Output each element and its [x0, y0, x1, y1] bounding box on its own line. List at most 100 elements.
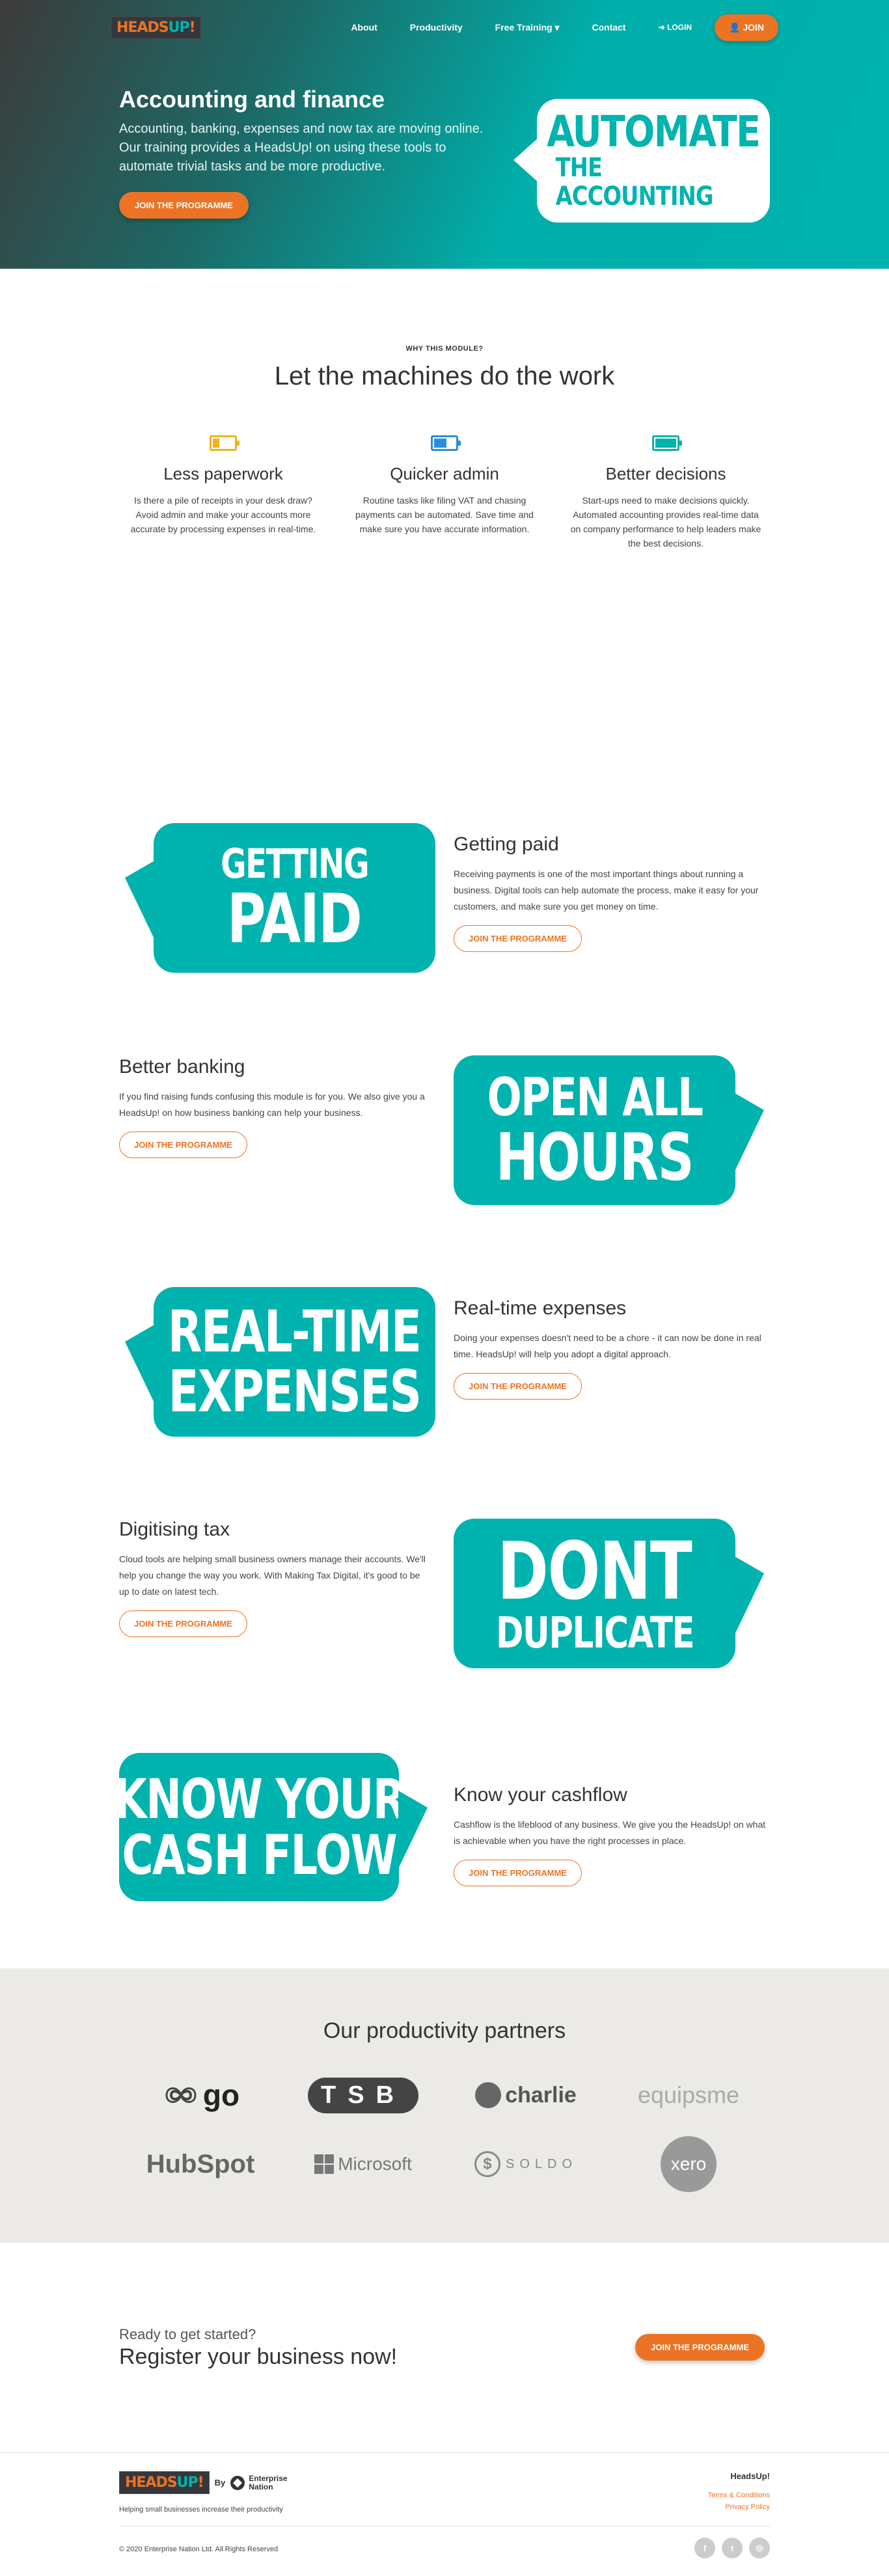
logo-text-up: UP [168, 19, 190, 36]
charlie-logo-text: charlie [505, 2082, 577, 2108]
charlie-icon [475, 2082, 502, 2108]
battery-low-icon [210, 435, 239, 451]
why-section: WHY THIS MODULE? Let the machines do the… [0, 269, 889, 789]
tsb-logo-text: TSB [308, 2077, 418, 2113]
module-join-button[interactable]: JOIN THE PROGRAMME [119, 1132, 247, 1158]
module-join-button[interactable]: JOIN THE PROGRAMME [119, 1610, 247, 1637]
bubble-line1: OPEN ALL [487, 1067, 703, 1128]
hero-bubble-line2: THE ACCOUNTING [555, 153, 714, 211]
module-better-banking: Better banking If you find raising funds… [0, 1022, 889, 1253]
enterprise-nation-icon [230, 2475, 245, 2490]
module-title: Getting paid [454, 834, 559, 855]
equipsme-logo: equipsme [607, 2074, 770, 2117]
logo-text-heads: HEADS [116, 19, 169, 36]
bubble-line2: PAID [227, 879, 362, 958]
instagram-icon[interactable]: ◎ [749, 2538, 770, 2558]
feature-text: Routine tasks like filing VAT and chasin… [355, 495, 534, 534]
cta-title: Register your business now! [119, 2344, 398, 2369]
module-text: Getting paid Receiving payments is one o… [454, 834, 766, 952]
nav-free-training[interactable]: Free Training ▾ [495, 22, 560, 33]
privacy-link[interactable]: Privacy Policy [708, 2503, 770, 2511]
module-description: Cashflow is the lifeblood of any busines… [454, 1819, 766, 1846]
partners-section: Our productivity partners go TSB charlie… [0, 1968, 889, 2243]
xero-logo: xero [607, 2136, 770, 2192]
nav-about[interactable]: About [351, 22, 377, 33]
module-join-button[interactable]: JOIN THE PROGRAMME [454, 1860, 582, 1886]
module-title: Know your cashflow [454, 1784, 627, 1806]
feature-card: Quicker admin Routine tasks like filing … [340, 435, 549, 550]
footer-links: HeadsUp! Terms & Conditions Privacy Poli… [708, 2471, 770, 2515]
microsoft-windows-icon [314, 2154, 335, 2174]
hubspot-logo-text: HubSpot [146, 2149, 255, 2178]
module-text: Better banking If you find raising funds… [119, 1056, 431, 1158]
module-description: Cloud tools are helping small business o… [119, 1554, 426, 1597]
tsb-logo: TSB [282, 2074, 444, 2117]
partners-title: Our productivity partners [323, 2018, 566, 2043]
charlie-logo: charlie [444, 2074, 607, 2117]
footer-logo: HEADS UP! By Enterprise Nation [119, 2471, 288, 2494]
cta-join-button[interactable]: JOIN THE PROGRAMME [635, 2334, 765, 2361]
feature-title: Better decisions [605, 464, 726, 483]
microsoft-logo: Microsoft [282, 2143, 444, 2186]
nav-links: About Productivity Free Training ▾ Conta… [351, 14, 778, 41]
feature-title: Less paperwork [163, 464, 283, 483]
go-logo: go [119, 2074, 282, 2117]
microsoft-logo-text: Microsoft [338, 2154, 412, 2174]
footer-by: By [214, 2478, 226, 2488]
equipsme-logo-text: equipsme [637, 2081, 740, 2108]
footer-brand: HeadsUp! [730, 2471, 770, 2481]
hero-description: Accounting, banking, expenses and now ta… [119, 122, 484, 174]
en-line1: Enterprise [249, 2473, 288, 2483]
module-join-button[interactable]: JOIN THE PROGRAMME [454, 925, 582, 952]
footer-copyright: © 2020 Enterprise Nation Ltd. All Rights… [119, 2545, 279, 2553]
battery-medium-icon [431, 435, 461, 451]
logo-text-heads: HEADS [125, 2474, 178, 2491]
feature-card: Better decisions Start-ups need to make … [562, 435, 770, 550]
nav-login[interactable]: ➜ LOGIN [659, 23, 692, 32]
hero-title: Accounting and finance [119, 86, 385, 113]
bubble-line1: REAL-TIME [168, 1298, 422, 1365]
nav-productivity[interactable]: Productivity [410, 22, 463, 33]
headsup-logo[interactable]: HEADS UP! [111, 16, 201, 39]
module-description: If you find raising funds confusing this… [119, 1091, 425, 1118]
soldo-logo: $ SOLDO [444, 2143, 607, 2186]
why-title: Let the machines do the work [274, 362, 615, 390]
real-time-expenses-bubble: REAL-TIME EXPENSES [154, 1287, 435, 1437]
module-know-your-cashflow: KNOW YOUR CASH FLOW Know your cashflow C… [0, 1718, 889, 1968]
navbar: HEADS UP! About Productivity Free Trainin… [111, 12, 778, 43]
nav-join-button[interactable]: 👤 JOIN [715, 14, 778, 41]
logo-text-bang: ! [197, 2474, 204, 2491]
soldo-icon: $ [474, 2151, 500, 2177]
bubble-line1: KNOW YOUR [113, 1767, 405, 1831]
nav-contact[interactable]: Contact [592, 22, 625, 33]
cta-subtitle: Ready to get started? [119, 2326, 256, 2342]
getting-paid-bubble: GETTING PAID [154, 823, 435, 973]
why-eyebrow: WHY THIS MODULE? [405, 345, 484, 353]
open-all-hours-bubble: OPEN ALL HOURS [454, 1055, 735, 1205]
hero-speech-bubble: AUTOMATE THE ACCOUNTING [513, 99, 770, 223]
en-line2: Nation [249, 2482, 273, 2491]
module-title: Better banking [119, 1056, 245, 1078]
feature-card: Less paperwork Is there a pile of receip… [119, 435, 327, 550]
bubble-line1: DONT [497, 1525, 692, 1618]
hero-join-button[interactable]: JOIN THE PROGRAMME [119, 192, 249, 219]
facebook-icon[interactable]: f [694, 2538, 715, 2558]
footer-headsup-logo[interactable]: HEADS UP! [119, 2471, 210, 2494]
bubble-line2: HOURS [495, 1119, 694, 1195]
terms-link[interactable]: Terms & Conditions [708, 2491, 770, 2499]
feature-text: Is there a pile of receipts in your desk… [130, 495, 316, 534]
bubble-line2: CASH FLOW [122, 1823, 397, 1887]
module-description: Doing your expenses doesn't need to be a… [454, 1333, 761, 1359]
twitter-icon[interactable]: t [722, 2538, 743, 2558]
logo-text-bang: ! [189, 19, 196, 36]
footer-divider [119, 2526, 770, 2527]
bubble-line2: EXPENSES [168, 1358, 422, 1425]
module-real-time-expenses: REAL-TIME EXPENSES Real-time expenses Do… [0, 1253, 889, 1485]
module-title: Digitising tax [119, 1519, 230, 1540]
feature-text: Start-ups need to make decisions quickly… [570, 495, 761, 549]
xero-logo-text: xero [661, 2136, 717, 2192]
go-logo-text: go [202, 2078, 240, 2112]
hero-section: HEADS UP! About Productivity Free Trainin… [0, 0, 889, 269]
module-join-button[interactable]: JOIN THE PROGRAMME [454, 1373, 582, 1400]
feature-title: Quicker admin [390, 464, 499, 483]
